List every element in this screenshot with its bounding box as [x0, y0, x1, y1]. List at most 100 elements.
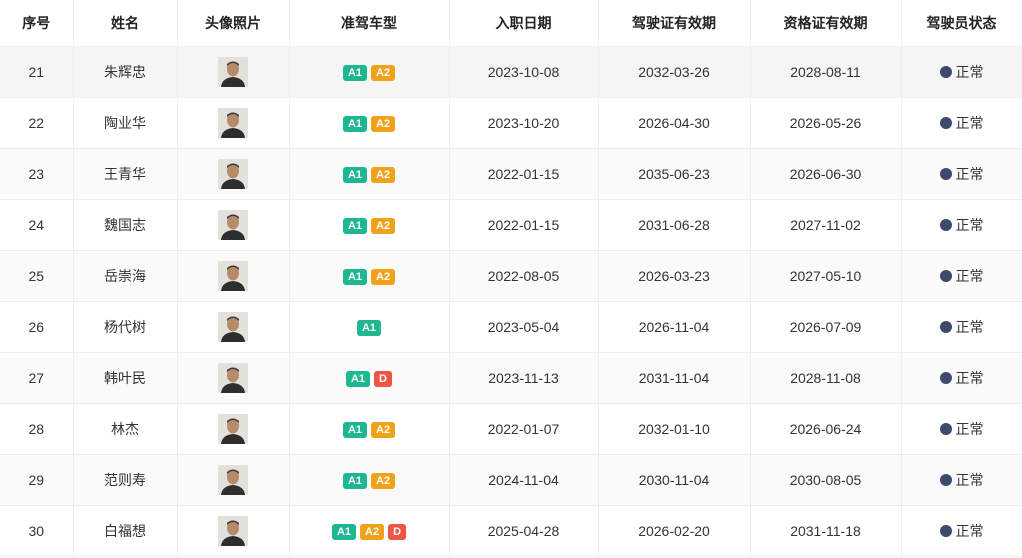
cell-photo — [177, 352, 290, 404]
cell-cert-expiry: 2031-11-18 — [750, 505, 902, 557]
cell-license-expiry: 2026-02-20 — [598, 505, 751, 557]
cell-license-expiry: 2030-11-04 — [598, 454, 751, 506]
table-body: 21 朱辉忠 A1 A2 2023-10-08 2032-03-26 2028-08-11 正… — [0, 46, 1022, 557]
status-label: 正常 — [955, 165, 984, 182]
cell-cert-expiry: 2030-08-05 — [750, 454, 902, 506]
table-header: 序号 姓名 头像照片 准驾车型 入职日期 驾驶证有效期 资格证有效期 驾驶员状态 — [0, 0, 1022, 47]
license-class-badge: A2 — [371, 217, 396, 234]
driver-photo[interactable] — [218, 413, 248, 444]
cell-name: 范则寿 — [73, 454, 178, 506]
license-class-badge: A1 — [342, 217, 367, 234]
cell-cert-expiry: 2026-05-26 — [750, 97, 902, 149]
cell-license-class: A1 A2 — [289, 454, 450, 506]
license-class-badge: A1 — [342, 268, 367, 285]
cell-license-class: A1 A2 D — [289, 505, 450, 557]
table-row[interactable]: 29 范则寿 A1 A2 2024-11-04 2030-11-04 2030-08-05 正… — [0, 454, 1022, 506]
status-label: 正常 — [955, 114, 984, 131]
table-row[interactable]: 23 王青华 A1 A2 2022-01-15 2035-06-23 2026-06-30 正… — [0, 148, 1022, 200]
table-row[interactable]: 24 魏国志 A1 A2 2022-01-15 2031-06-28 2027-11-02 正… — [0, 199, 1022, 251]
driver-photo[interactable] — [218, 311, 248, 342]
status-dot-icon — [939, 218, 952, 231]
cell-photo — [177, 97, 290, 149]
cell-status: 正常 — [901, 352, 1022, 404]
status-label: 正常 — [955, 63, 984, 80]
cell-cert-expiry: 2026-07-09 — [750, 301, 902, 353]
license-class-badge: A2 — [371, 421, 396, 438]
cell-name: 白福想 — [73, 505, 178, 557]
cell-name: 岳崇海 — [73, 250, 178, 302]
status-label: 正常 — [955, 318, 984, 335]
cell-cert-expiry: 2027-11-02 — [750, 199, 902, 251]
cell-no: 27 — [0, 352, 74, 404]
table-row[interactable]: 25 岳崇海 A1 A2 2022-08-05 2026-03-23 2027-05-10 正… — [0, 250, 1022, 302]
cell-status: 正常 — [901, 46, 1022, 98]
table-row[interactable]: 22 陶业华 A1 A2 2023-10-20 2026-04-30 2026-05-26 正… — [0, 97, 1022, 149]
cell-cert-expiry: 2027-05-10 — [750, 250, 902, 302]
license-class-badge: A1 — [345, 370, 371, 387]
license-class-badge: A2 — [371, 268, 396, 285]
status-label: 正常 — [955, 420, 984, 437]
license-class-badge: A2 — [371, 472, 396, 489]
license-class-badge: A1 — [331, 523, 357, 540]
cell-status: 正常 — [901, 148, 1022, 200]
driver-photo[interactable] — [218, 464, 248, 495]
driver-photo[interactable] — [218, 362, 248, 393]
cell-hire-date: 2022-01-15 — [449, 199, 599, 251]
driver-photo[interactable] — [218, 158, 248, 189]
cell-license-class: A1 A2 — [289, 403, 450, 455]
cell-status: 正常 — [901, 97, 1022, 149]
cell-name: 杨代树 — [73, 301, 178, 353]
cell-photo — [177, 199, 290, 251]
cell-no: 23 — [0, 148, 74, 200]
cell-license-class: A1 A2 — [289, 46, 450, 98]
cell-name: 陶业华 — [73, 97, 178, 149]
table-row[interactable]: 21 朱辉忠 A1 A2 2023-10-08 2032-03-26 2028-08-11 正… — [0, 46, 1022, 98]
table-row[interactable]: 30 白福想 A1 A2 D 2025-04-28 2026-02-20 2031-11-18… — [0, 505, 1022, 557]
header-name[interactable]: 姓名 — [73, 0, 178, 47]
status-dot-icon — [939, 320, 952, 333]
license-class-badge: A1 — [342, 115, 367, 132]
driver-photo[interactable] — [218, 107, 248, 138]
driver-photo[interactable] — [218, 56, 248, 87]
cell-license-expiry: 2026-04-30 — [598, 97, 751, 149]
cell-no: 22 — [0, 97, 74, 149]
license-class-badge: A2 — [371, 166, 396, 183]
cell-name: 魏国志 — [73, 199, 178, 251]
status-dot-icon — [939, 116, 952, 129]
header-hire-date[interactable]: 入职日期 — [449, 0, 599, 47]
table-row[interactable]: 28 林杰 A1 A2 2022-01-07 2032-01-10 2026-06-24 正常 — [0, 403, 1022, 455]
status-label: 正常 — [955, 369, 984, 386]
license-class-badge: A1 — [342, 421, 367, 438]
cell-cert-expiry: 2026-06-24 — [750, 403, 902, 455]
status-label: 正常 — [955, 267, 984, 284]
cell-status: 正常 — [901, 301, 1022, 353]
cell-photo — [177, 454, 290, 506]
header-license-class[interactable]: 准驾车型 — [289, 0, 450, 47]
status-dot-icon — [939, 524, 952, 537]
table-row[interactable]: 26 杨代树 A1 2023-05-04 2026-11-04 2026-07-09 正常 — [0, 301, 1022, 353]
cell-name: 韩叶民 — [73, 352, 178, 404]
header-cert-expiry[interactable]: 资格证有效期 — [750, 0, 902, 47]
table-row[interactable]: 27 韩叶民 A1 D 2023-11-13 2031-11-04 2028-11-08 正常 — [0, 352, 1022, 404]
driver-photo[interactable] — [218, 260, 248, 291]
license-class-badge: A2 — [371, 64, 396, 81]
header-no[interactable]: 序号 — [0, 0, 74, 47]
header-license-expiry[interactable]: 驾驶证有效期 — [598, 0, 751, 47]
cell-no: 25 — [0, 250, 74, 302]
cell-name: 王青华 — [73, 148, 178, 200]
header-photo[interactable]: 头像照片 — [177, 0, 290, 47]
status-dot-icon — [939, 269, 952, 282]
driver-photo[interactable] — [218, 515, 248, 546]
cell-no: 29 — [0, 454, 74, 506]
cell-status: 正常 — [901, 454, 1022, 506]
driver-photo[interactable] — [218, 209, 248, 240]
status-dot-icon — [939, 167, 952, 180]
cell-license-expiry: 2032-01-10 — [598, 403, 751, 455]
cell-status: 正常 — [901, 505, 1022, 557]
cell-hire-date: 2024-11-04 — [449, 454, 599, 506]
status-label: 正常 — [955, 522, 984, 539]
cell-license-class: A1 A2 — [289, 148, 450, 200]
cell-license-expiry: 2031-11-04 — [598, 352, 751, 404]
header-status[interactable]: 驾驶员状态 — [901, 0, 1022, 47]
cell-no: 21 — [0, 46, 74, 98]
